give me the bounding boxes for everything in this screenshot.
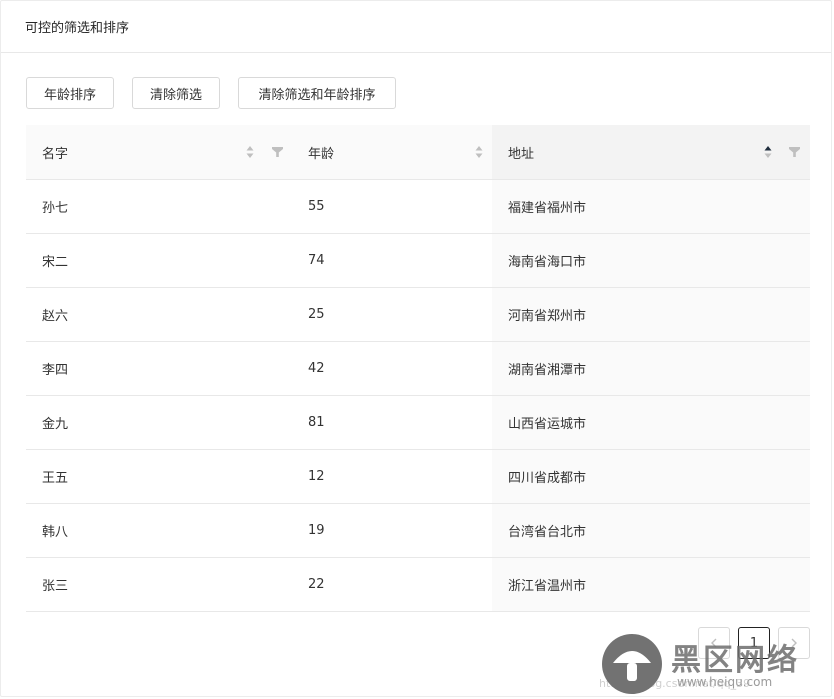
- mushroom-logo-icon: [602, 634, 662, 694]
- cell-age: 81: [308, 415, 325, 430]
- cell-age: 55: [308, 199, 325, 214]
- site-watermark: https://blog.csdn.net/qq_39 黑区网络 www.hei…: [599, 633, 827, 695]
- table-row: 韩八 19 台湾省台北市: [26, 504, 810, 558]
- cell-name: 张三: [42, 579, 69, 594]
- cell-age: 42: [308, 361, 325, 376]
- clear-filter-and-sort-button[interactable]: 清除筛选和年龄排序: [238, 77, 396, 109]
- cell-address: 海南省海口市: [492, 234, 810, 287]
- column-header-name[interactable]: 名字: [26, 125, 292, 179]
- filter-icon[interactable]: [272, 147, 283, 157]
- column-title-name: 名字: [42, 146, 69, 162]
- column-header-age[interactable]: 年龄: [292, 125, 492, 179]
- cell-address: 福建省福州市: [492, 180, 810, 233]
- table-row: 李四 42 湖南省湘潭市: [26, 342, 810, 396]
- table-row: 宋二 74 海南省海口市: [26, 234, 810, 288]
- table-header: 名字 年龄 地址: [26, 125, 810, 180]
- cell-name: 金九: [42, 417, 69, 432]
- watermark-url: www.heiqu.com: [677, 675, 773, 689]
- cell-address: 湖南省湘潭市: [492, 342, 810, 395]
- filter-icon[interactable]: [789, 147, 800, 157]
- toolbar: 年龄排序 清除筛选 清除筛选和年龄排序: [26, 77, 396, 109]
- cell-age: 74: [308, 253, 325, 268]
- table-row: 张三 22 浙江省温州市: [26, 558, 810, 612]
- cell-name: 赵六: [42, 309, 69, 324]
- card-header: 可控的筛选和排序: [1, 1, 831, 53]
- cell-address: 浙江省温州市: [492, 558, 810, 611]
- table-body: 孙七 55 福建省福州市 宋二 74 海南省海口市 赵六 25 河南省郑州市 李…: [26, 180, 810, 612]
- column-title-age: 年龄: [308, 146, 335, 162]
- cell-address: 山西省运城市: [492, 396, 810, 449]
- cell-age: 12: [308, 469, 325, 484]
- cell-address: 四川省成都市: [492, 450, 810, 503]
- clear-filter-button[interactable]: 清除筛选: [132, 77, 220, 109]
- column-header-address[interactable]: 地址: [492, 125, 810, 179]
- cell-age: 19: [308, 523, 325, 538]
- cell-address: 台湾省台北市: [492, 504, 810, 557]
- cell-address: 河南省郑州市: [492, 288, 810, 341]
- cell-age: 25: [308, 307, 325, 322]
- watermark-brand: 黑区网络: [671, 643, 799, 678]
- table-row: 孙七 55 福建省福州市: [26, 180, 810, 234]
- table-row: 王五 12 四川省成都市: [26, 450, 810, 504]
- filter-sort-card: 可控的筛选和排序 年龄排序 清除筛选 清除筛选和年龄排序 名字 年龄 地址 孙七…: [0, 0, 832, 697]
- cell-name: 李四: [42, 363, 69, 378]
- cell-name: 孙七: [42, 201, 69, 216]
- column-title-address: 地址: [508, 146, 535, 162]
- cell-name: 韩八: [42, 525, 69, 540]
- cell-name: 王五: [42, 471, 69, 486]
- data-table: 名字 年龄 地址 孙七 55 福建省福州市 宋二 74 海南省海口市 赵六 25…: [26, 125, 810, 612]
- sort-caret-icon[interactable]: [246, 145, 254, 159]
- sort-caret-icon[interactable]: [475, 145, 483, 159]
- card-title: 可控的筛选和排序: [25, 21, 130, 36]
- cell-age: 22: [308, 577, 325, 592]
- table-row: 赵六 25 河南省郑州市: [26, 288, 810, 342]
- table-row: 金九 81 山西省运城市: [26, 396, 810, 450]
- sort-age-button[interactable]: 年龄排序: [26, 77, 114, 109]
- cell-name: 宋二: [42, 255, 69, 270]
- sort-caret-active-icon[interactable]: [764, 145, 772, 159]
